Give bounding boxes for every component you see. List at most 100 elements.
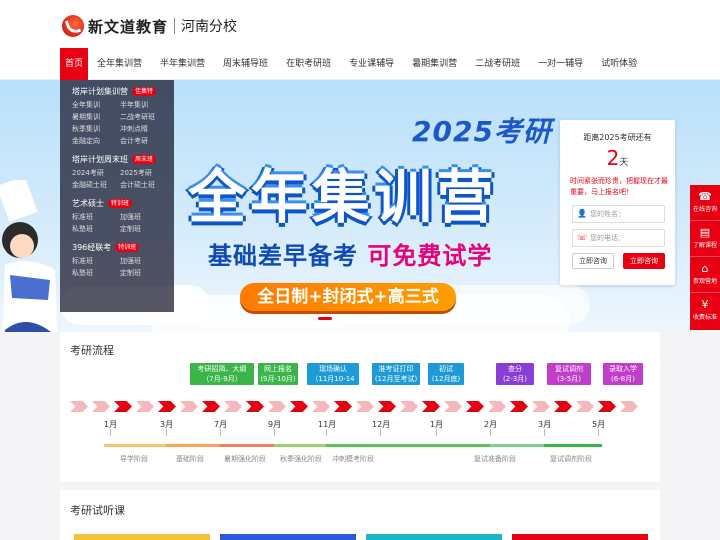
menu-link[interactable]: 秋季集训 (72, 124, 120, 135)
month-label: 11月 (318, 420, 337, 429)
menu-link[interactable]: 私塾班 (72, 268, 120, 279)
phase-bar (326, 444, 490, 447)
month-tick (598, 429, 599, 436)
menu-link[interactable]: 冲刺点睛 (120, 124, 168, 135)
banner-sub-b: 可免费试学 (367, 242, 493, 270)
menu-tag: 佳集特 (132, 87, 157, 96)
month-tick (274, 429, 275, 436)
menu-group-title[interactable]: 396经联考 (72, 242, 111, 253)
visit-campus-button[interactable]: ⌂ 参观营地 (690, 257, 720, 293)
phone-field[interactable]: ☏ 您的电话： (572, 229, 665, 247)
step-admit-card: 准考证打印 (12月至考试) (372, 363, 420, 390)
phase-label: 复试调剂阶段 (550, 455, 592, 463)
step-sub: （7月-9月） (202, 375, 242, 383)
step-label: 网上报名 (264, 365, 292, 373)
logo[interactable]: 新文道教育 河南分校 (62, 14, 237, 38)
menu-link[interactable]: 定制班 (120, 224, 168, 235)
menu-link[interactable]: 2024考研 (72, 168, 120, 179)
menu-tag: 特训班 (115, 243, 140, 252)
step-label: 查分 (508, 365, 522, 373)
sidebar-label: 了解课程 (692, 242, 717, 249)
trial-card[interactable] (366, 534, 502, 540)
step-sub: (12月底) (431, 375, 461, 383)
carousel-dot[interactable] (354, 317, 368, 320)
phone-placeholder: 您的电话： (590, 234, 625, 242)
menu-tag: 特训班 (108, 199, 133, 208)
menu-link[interactable]: 暑期集训 (72, 112, 120, 123)
step-retest: 复试调剂 (3-5月) (547, 363, 591, 390)
consult-button[interactable]: 立即咨询 (572, 253, 614, 269)
menu-link[interactable]: 标准班 (72, 212, 120, 223)
phase-bar (274, 444, 326, 447)
nav-half-year[interactable]: 半年集训营 (151, 48, 214, 80)
menu-link[interactable]: 全年集训 (72, 100, 120, 111)
nav-trial[interactable]: 试听体验 (592, 48, 646, 80)
nav-summer[interactable]: 暑期集训营 (403, 48, 466, 80)
month-tick (380, 429, 381, 436)
menu-group: 艺术硕士 特训班 标准班 加强班 私塾班 定制班 (72, 198, 174, 235)
countdown-title: 距离2025考研还有 (583, 133, 652, 142)
menu-link[interactable]: 二战考研班 (120, 112, 168, 123)
phase-bar (490, 444, 544, 447)
step-label: 初试 (439, 365, 453, 373)
banner-pill: 全日制+封闭式+高三式 (240, 283, 456, 311)
menu-link[interactable]: 半年集训 (120, 100, 168, 111)
trial-card[interactable] (220, 534, 356, 540)
nav-home[interactable]: 首页 (60, 48, 89, 80)
nav-major[interactable]: 专业课辅导 (340, 48, 403, 80)
menu-link[interactable]: 2025考研 (120, 168, 168, 179)
headset-icon: ☎ (698, 190, 712, 203)
month-tick (110, 429, 111, 436)
step-label: 复试调剂 (555, 365, 583, 373)
trial-card[interactable] (512, 534, 648, 540)
floating-sidebar: ☎ 在线咨询 ▤ 了解课程 ⌂ 参观营地 ¥ 收费标准 (690, 185, 720, 330)
online-consult-button[interactable]: ☎ 在线咨询 (690, 185, 720, 221)
step-outline: 考研招简、大纲 （7月-9月） (190, 363, 254, 390)
menu-link[interactable]: 标准班 (72, 256, 120, 267)
step-sub: (9月-10月) (260, 375, 296, 383)
submit-button[interactable]: 立即咨询 (623, 253, 665, 269)
step-register: 网上报名 (9月-10月) (258, 363, 298, 390)
fee-button[interactable]: ¥ 收费标准 (690, 293, 720, 329)
nav-full-year[interactable]: 全年集训营 (88, 48, 151, 80)
menu-link[interactable]: 加强班 (120, 256, 168, 267)
course-info-button[interactable]: ▤ 了解课程 (690, 221, 720, 257)
menu-group: 396经联考 特训班 标准班 加强班 私塾班 定制班 (72, 242, 174, 279)
step-sub: (6-8月) (611, 375, 635, 383)
menu-link[interactable]: 会计考研 (120, 136, 168, 147)
nav-second-try[interactable]: 二战考研班 (466, 48, 529, 80)
course-menu: 塔岸计划集训营 佳集特 全年集训 半年集训 暑期集训 二战考研班 秋季集训 冲刺点… (60, 80, 174, 312)
countdown-days-value: 2 (606, 146, 620, 170)
step-label: 录取入学 (609, 365, 637, 373)
step-enroll: 录取入学 (6-8月) (603, 363, 643, 390)
menu-link[interactable]: 金融定向 (72, 136, 120, 147)
menu-group-title[interactable]: 塔岸计划集训营 (72, 86, 128, 97)
carousel-dot[interactable] (336, 317, 350, 320)
phase-label: 基础阶段 (176, 455, 204, 463)
nav-on-job[interactable]: 在职考研班 (277, 48, 340, 80)
nav-weekend[interactable]: 周末辅导班 (214, 48, 277, 80)
menu-link[interactable]: 金融硕士班 (72, 180, 120, 191)
month-tick (220, 429, 221, 436)
logo-divider (174, 18, 176, 34)
step-sub: (12月至考试) (374, 375, 418, 383)
banner-headline: 全年集训营 (188, 163, 499, 231)
nav-one-on-one[interactable]: 一对一辅导 (529, 48, 592, 80)
trial-card[interactable] (74, 534, 210, 540)
carousel-dot[interactable] (318, 317, 332, 320)
menu-group-title[interactable]: 塔岸计划周末班 (72, 154, 128, 165)
logo-icon (62, 15, 84, 37)
menu-link[interactable]: 定制班 (120, 268, 168, 279)
menu-link[interactable]: 加强班 (120, 212, 168, 223)
phase-bar (544, 444, 602, 447)
menu-link[interactable]: 私塾班 (72, 224, 120, 235)
student-illustration (0, 180, 58, 332)
phase-label: 暑期强化阶段 (224, 455, 266, 463)
name-placeholder: 您的姓名： (590, 210, 625, 218)
name-field[interactable]: 👤 您的姓名： (572, 205, 665, 223)
menu-group-title[interactable]: 艺术硕士 (72, 198, 104, 209)
menu-link[interactable]: 会计硕士班 (120, 180, 168, 191)
countdown-days: 2天 (560, 146, 675, 170)
month-tick (326, 429, 327, 436)
phase-label: 秋季强化阶段 (280, 455, 322, 463)
